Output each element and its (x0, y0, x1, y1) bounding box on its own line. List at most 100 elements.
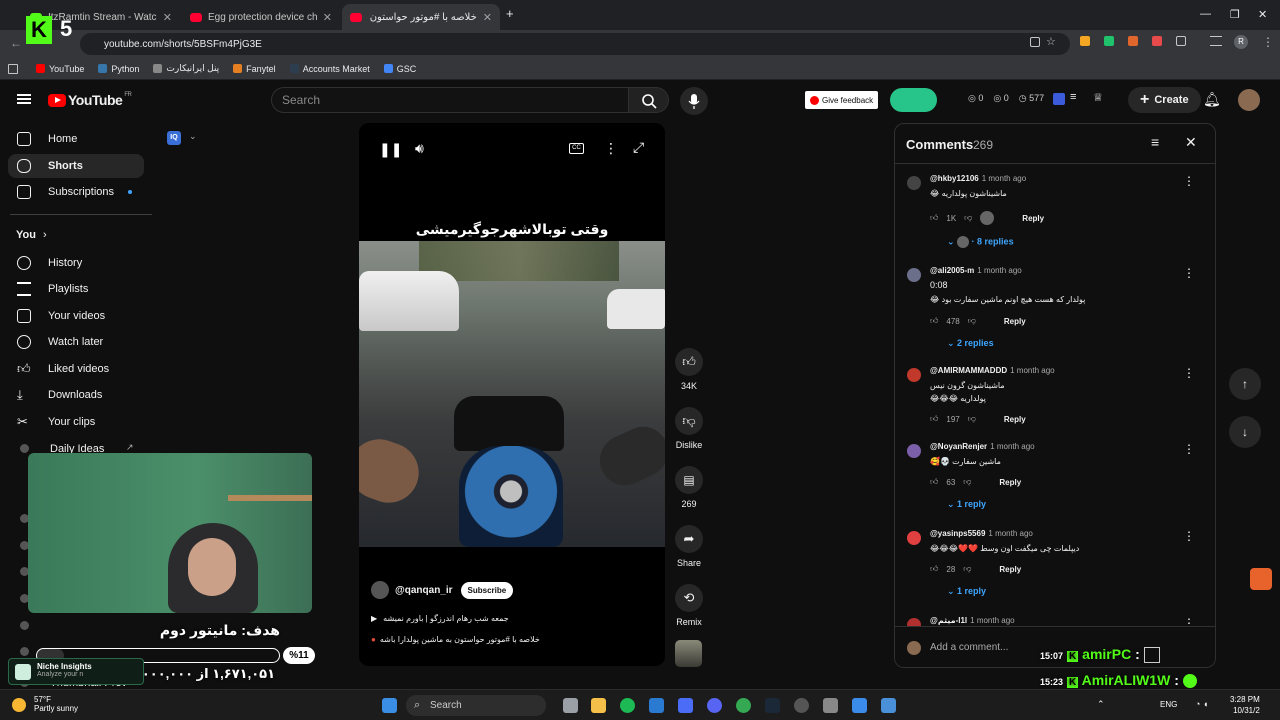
taskbar-clock[interactable]: 3:28 PM 10/31/2 (1230, 694, 1260, 716)
reply-button[interactable]: Reply (999, 565, 1021, 574)
thumbs-down-icon[interactable]: 👎︎ (968, 316, 976, 326)
captions-icon[interactable]: CC (569, 143, 584, 154)
start-windows-icon[interactable] (382, 698, 397, 713)
shorts-player[interactable]: ❚❚ 🔊︎ CC ⋮ ⤢ وقتی توبالاشهرجوگیرمیشی @qa… (359, 123, 665, 666)
fullscreen-icon[interactable]: ⤢ (633, 139, 644, 156)
chrome-icon[interactable] (736, 698, 751, 713)
comment-author-row[interactable]: @میثم-l1l 1 month ago (930, 616, 1015, 625)
extension-icon[interactable] (1128, 36, 1138, 46)
video-title-row[interactable]: ▶ جمعه شب رهام اندرزگو | باورم نمیشه (371, 614, 651, 623)
thumbs-up-icon[interactable]: 👍︎ (930, 564, 938, 574)
bookmark-star-icon[interactable]: ☆ (1046, 35, 1056, 48)
extension-icon[interactable] (1104, 36, 1114, 46)
sidebar-you-header[interactable]: You › (16, 229, 47, 241)
remix-button[interactable]: ⟲ Remix (674, 584, 704, 627)
maximize-icon[interactable]: ❐ (1230, 8, 1240, 21)
spotify-icon[interactable] (620, 698, 635, 713)
search-input[interactable]: Search (271, 87, 629, 113)
volume-icon[interactable]: 🔊︎ (415, 140, 424, 157)
notifications-bell-icon[interactable]: 🔔︎ (1203, 91, 1221, 108)
comment-author-row[interactable]: @AMIRMAMMADDD 1 month ago (930, 366, 1055, 375)
reply-button[interactable]: Reply (1004, 317, 1026, 326)
extension-icon[interactable] (1080, 36, 1090, 46)
channel-name[interactable]: @qanqan_ir (395, 585, 453, 596)
bookmark-youtube[interactable]: YouTube (36, 64, 84, 74)
close-tab-icon[interactable]: ✕ (163, 11, 172, 24)
obs-icon[interactable] (794, 698, 809, 713)
sidebar-item-your-clips[interactable]: ✂ Your clips (8, 410, 144, 434)
thumbs-up-icon[interactable]: 👍︎ (930, 316, 938, 326)
minimize-icon[interactable]: — (1200, 8, 1211, 20)
extensions-puzzle-icon[interactable] (1176, 36, 1186, 46)
commenter-avatar[interactable] (907, 444, 921, 458)
bookmark-python[interactable]: Python (98, 64, 139, 74)
sidebar-item-downloads[interactable]: ⤓ Downloads (8, 383, 144, 407)
youtube-logo[interactable]: YouTube FR (48, 92, 132, 108)
browser-tab[interactable]: Egg protection device champio ✕ (182, 4, 340, 30)
commenter-avatar[interactable] (907, 176, 921, 190)
settings-icon[interactable] (823, 698, 838, 713)
tray-chevron-icon[interactable]: ⌃ (1097, 699, 1105, 710)
pause-icon[interactable]: ❚❚ (379, 141, 402, 158)
steam-icon[interactable] (765, 698, 780, 713)
language-indicator[interactable]: ENG (1160, 700, 1177, 709)
floating-extension-icon[interactable] (1250, 568, 1272, 590)
bookmark-fanytel[interactable]: Fanytel (233, 64, 276, 74)
wifi-volume-icon[interactable]: ◔ ◖ (1195, 699, 1208, 709)
commenter-avatar[interactable] (907, 268, 921, 282)
file-explorer-icon[interactable] (591, 698, 606, 713)
comment-timestamp-link[interactable]: 0:08 (930, 280, 948, 290)
sidebar-item-history[interactable]: History (8, 251, 144, 275)
channel-avatar[interactable] (371, 581, 389, 599)
extension-toolbar-button[interactable] (890, 88, 937, 112)
back-icon[interactable]: ← (10, 36, 22, 50)
bookmark-accounts-market[interactable]: Accounts Market (289, 64, 370, 74)
weather-widget[interactable]: 57°F Partly sunny (12, 695, 78, 713)
app-icon[interactable] (678, 698, 693, 713)
thumbs-up-icon[interactable]: 👍︎ (930, 414, 938, 424)
trophy-icon[interactable]: ♕ (1093, 91, 1103, 104)
sidebar-item-subscriptions[interactable]: Subscriptions (8, 180, 144, 204)
sound-thumbnail[interactable] (675, 640, 702, 667)
thumbs-down-icon[interactable]: 👎︎ (963, 564, 971, 574)
app-icon[interactable] (881, 698, 896, 713)
extension-icon[interactable] (1152, 36, 1162, 46)
close-icon[interactable]: ✕ (1185, 134, 1197, 151)
hamburger-menu-icon[interactable] (17, 94, 31, 104)
comment-author-row[interactable]: @ali2005-m 1 month ago (930, 266, 1022, 275)
taskbar-search[interactable]: ⌕ Search (406, 695, 546, 716)
search-button[interactable] (629, 87, 669, 113)
view-replies-button[interactable]: ⌄ 2 replies (947, 338, 994, 349)
next-short-button[interactable]: ↓ (1229, 416, 1261, 448)
sort-icon[interactable]: ≡ (1151, 134, 1159, 150)
view-replies-button[interactable]: ⌄ 1 reply (947, 499, 986, 510)
reply-button[interactable]: Reply (1022, 214, 1044, 223)
browser-tab-active[interactable]: خلاصه با #موتور حواستون ب ✕ (342, 4, 500, 30)
profile-avatar-icon[interactable]: R (1234, 35, 1248, 49)
comments-button[interactable]: ▤ 269 (674, 466, 704, 509)
thumbs-down-icon[interactable]: 👎︎ (968, 414, 976, 424)
new-tab-icon[interactable]: + (506, 6, 514, 21)
list-icon[interactable]: ≡ (1070, 91, 1076, 103)
commenter-avatar[interactable] (907, 368, 921, 382)
like-button[interactable]: 👍︎ 34K (674, 348, 704, 391)
chevron-down-icon[interactable]: ⌄ (189, 131, 197, 142)
create-button[interactable]: + Create (1128, 87, 1201, 113)
account-avatar[interactable] (1238, 89, 1260, 111)
niche-insights-widget[interactable]: Niche Insights Analyze your n (8, 658, 144, 685)
sidebar-extension-icon[interactable] (20, 621, 29, 630)
dislike-button[interactable]: 👎︎ Dislike (674, 407, 704, 450)
add-comment-input[interactable]: Add a comment... (930, 642, 1008, 653)
close-tab-icon[interactable]: ✕ (483, 11, 492, 24)
comment-author-row[interactable]: @NoyanRenjer 1 month ago (930, 442, 1035, 451)
share-button[interactable]: ➦ Share (674, 525, 704, 568)
sidebar-item-shorts[interactable]: Shorts (8, 154, 144, 178)
comment-menu-icon[interactable]: ⋮ (1183, 266, 1195, 280)
iq-extension-icon[interactable]: IQ (167, 131, 181, 145)
sidebar-item-home[interactable]: Home (8, 127, 144, 151)
more-options-icon[interactable]: ⋮ (604, 140, 618, 157)
app-icon[interactable] (852, 698, 867, 713)
apps-grid-icon[interactable] (8, 64, 18, 74)
comment-menu-icon[interactable]: ⋮ (1183, 174, 1195, 188)
subscribe-button[interactable]: Subscribe (460, 581, 514, 599)
